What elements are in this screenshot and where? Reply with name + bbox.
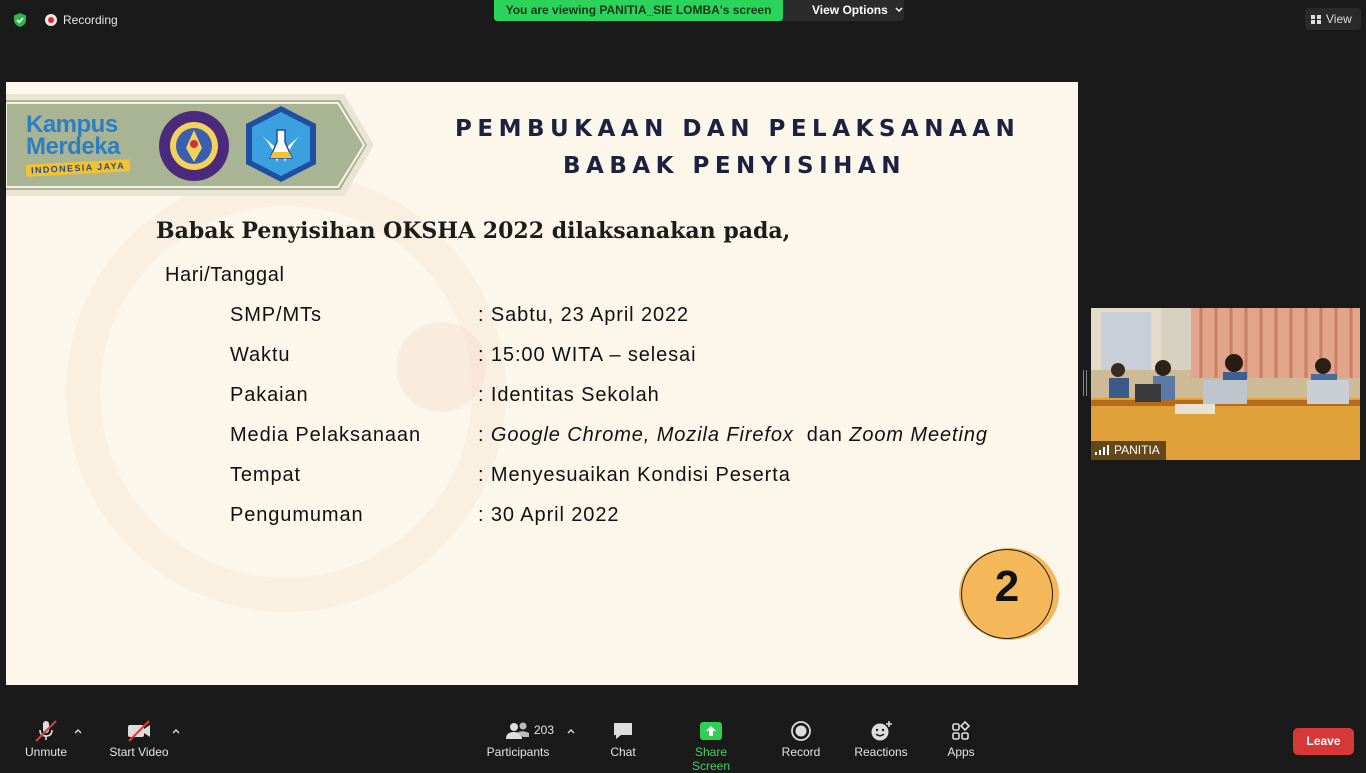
value-platform: Zoom Meeting [849, 424, 988, 446]
value-connector: dan [793, 424, 850, 446]
slide-lead-text: Babak Penyisihan OKSHA 2022 dilaksanakan… [156, 218, 791, 244]
date-heading: Hari/Tanggal [165, 264, 285, 286]
security-shield-icon[interactable] [12, 12, 28, 28]
info-value: : Identitas Sekolah [478, 384, 660, 406]
share-screen-icon [700, 722, 722, 740]
logo-line2: Merdeka [26, 133, 120, 160]
participant-name-tag: PANITIA [1091, 441, 1166, 460]
info-value: : 30 April 2022 [478, 504, 620, 526]
participant-video-tile[interactable]: PANITIA [1091, 308, 1360, 460]
value-browsers: Google Chrome, Mozila Firefox [490, 424, 794, 446]
start-video-button[interactable]: Start Video [107, 720, 171, 759]
info-label: Tempat [230, 464, 301, 486]
recording-label[interactable]: Recording [63, 13, 118, 27]
grid-icon [1311, 15, 1321, 24]
microphone-muted-icon [35, 720, 57, 742]
apps-button[interactable]: Apps [944, 720, 978, 759]
info-label: Pengumuman [230, 504, 364, 526]
video-feed [1091, 308, 1360, 460]
chemistry-seal-icon [246, 106, 316, 182]
record-button[interactable]: Record [780, 720, 822, 759]
reactions-label: Reactions [854, 745, 908, 759]
info-label: Media Pelaksanaan [230, 424, 421, 446]
record-icon [791, 721, 811, 741]
view-options-button[interactable]: View Options [783, 0, 904, 21]
view-layout-button[interactable]: View [1305, 8, 1361, 30]
participants-count: 203 [534, 723, 555, 737]
reactions-button[interactable]: Reactions [853, 720, 909, 759]
kampus-merdeka-logo: Kampus Merdeka INDONESIA JAYA [25, 113, 146, 177]
apps-label: Apps [947, 745, 975, 759]
participant-name: PANITIA [1114, 443, 1160, 457]
viewing-screen-banner: You are viewing PANITIA_SIE LOMBA's scre… [494, 0, 783, 21]
shared-screen-slide: Kampus Merdeka INDONESIA JAYA PEMBUKAAN … [6, 82, 1078, 685]
view-options-label: View Options [812, 3, 888, 17]
background-decoration [396, 322, 486, 412]
apps-icon [952, 720, 971, 740]
meeting-toolbar: Unmute Start Video Participants 203 Chat… [0, 706, 1366, 773]
info-value: : Sabtu, 23 April 2022 [478, 304, 690, 326]
info-label: Pakaian [230, 384, 309, 406]
slide-title-line1: PEMBUKAAN DAN PELAKSANAAN [455, 116, 1021, 142]
chevron-down-icon [895, 7, 903, 12]
leave-meeting-button[interactable]: Leave [1293, 728, 1354, 755]
audio-options-caret-icon[interactable] [73, 726, 83, 736]
start-video-label: Start Video [109, 745, 169, 759]
logo-line3: INDONESIA JAYA [25, 159, 131, 177]
top-bar: Recording You are viewing PANITIA_SIE LO… [0, 0, 1366, 40]
info-label: SMP/MTs [230, 304, 322, 326]
participants-icon [506, 722, 529, 739]
chat-icon [614, 723, 632, 739]
info-value: : 15:00 WITA – selesai [478, 344, 697, 366]
unmute-label: Unmute [24, 745, 68, 759]
participants-options-caret-icon[interactable] [566, 726, 576, 736]
signal-strength-icon [1095, 445, 1109, 455]
video-camera-off-icon [128, 720, 150, 742]
info-value: : Google Chrome, Mozila Firefox dan Zoom… [478, 424, 988, 447]
info-value: : Menyesuaikan Kondisi Peserta [478, 464, 791, 486]
page-number: 2 [994, 562, 1020, 611]
share-screen-button[interactable]: Share Screen [675, 720, 747, 773]
university-seal-icon [159, 111, 229, 181]
chat-label: Chat [610, 745, 636, 759]
recording-icon [45, 14, 57, 26]
value-prefix: : [478, 424, 491, 446]
panel-resize-handle[interactable] [1083, 370, 1087, 396]
slide-title-line2: BABAK PENYISIHAN [563, 153, 906, 179]
reactions-icon [871, 721, 892, 741]
participants-label: Participants [486, 745, 550, 759]
chat-button[interactable]: Chat [604, 720, 642, 759]
share-screen-label: Share Screen [691, 745, 731, 773]
record-label: Record [781, 745, 821, 759]
view-label: View [1326, 12, 1352, 26]
unmute-button[interactable]: Unmute [22, 720, 70, 759]
info-label: Waktu [230, 344, 291, 366]
video-options-caret-icon[interactable] [171, 726, 181, 736]
